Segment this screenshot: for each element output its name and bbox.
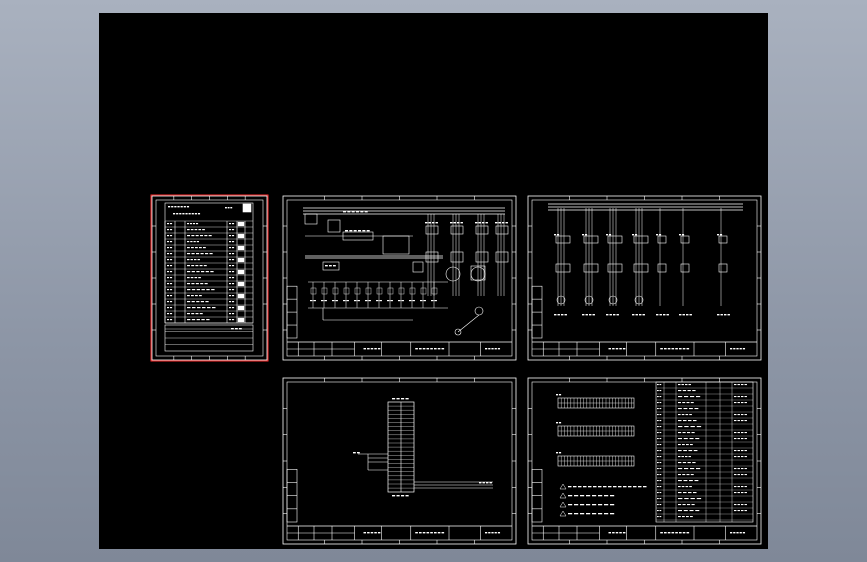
sheet-branch-circuits	[527, 195, 762, 361]
sheet-plc-io	[282, 377, 517, 545]
cad-drawing	[150, 194, 762, 545]
sheet-power-circuit	[282, 195, 517, 361]
model-space-canvas[interactable]	[99, 13, 768, 549]
sheet-bill-of-materials	[150, 194, 269, 362]
sheet-terminal-layout	[527, 377, 762, 545]
